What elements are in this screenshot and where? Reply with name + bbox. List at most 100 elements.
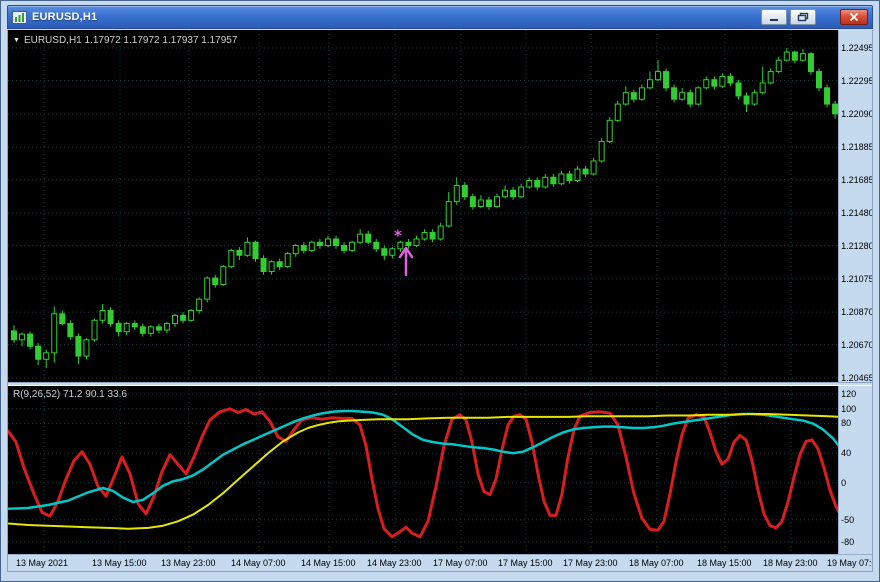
restore-icon (797, 12, 809, 22)
candle-body (703, 79, 710, 89)
candle-body (268, 261, 275, 273)
candle-body (751, 92, 758, 105)
candle-body (180, 314, 187, 321)
candle-body (341, 245, 348, 251)
candle-body (590, 160, 597, 175)
time-axis[interactable]: 13 May 2021 13 May 15:00 13 May 23:00 14 Ma… (8, 553, 872, 571)
indicator-axis-label: 40 (841, 448, 852, 459)
candle-body (638, 87, 645, 100)
chart-window: EURUSD,H1 * ▼ EURUSD,H1 1.17972 1.17972 … (0, 0, 880, 582)
time-label: 13 May 23:00 (161, 557, 216, 568)
candle-body (687, 92, 694, 105)
time-label: 18 May 07:00 (629, 557, 684, 568)
restore-button[interactable] (790, 9, 816, 25)
candle-body (236, 249, 243, 256)
candle-body (622, 92, 629, 105)
candlestick-chart[interactable]: * (8, 30, 839, 382)
candle-body (163, 323, 170, 331)
candle-body (671, 87, 678, 100)
candle-body (19, 333, 26, 341)
candle-body (188, 310, 195, 321)
time-label: 13 May 2021 (16, 557, 69, 568)
price-axis-label: 1.20670 (841, 339, 872, 350)
chart-window-icon (12, 10, 27, 24)
candle-body (695, 87, 702, 105)
candle-body (550, 176, 557, 185)
time-label: 17 May 07:00 (433, 557, 488, 568)
candle-body (783, 51, 790, 61)
candle-body (27, 333, 34, 347)
time-label: 18 May 23:00 (763, 557, 818, 568)
time-label: 18 May 15:00 (697, 557, 752, 568)
price-axis[interactable]: 1.22495 1.22295 1.22090 1.21885 1.21685 1.214… (838, 30, 872, 382)
candle-body (196, 298, 203, 312)
candle-body (799, 53, 806, 61)
candle-body (832, 103, 839, 115)
candle-body (373, 241, 380, 250)
candle-body (606, 119, 613, 142)
candle-body (542, 176, 549, 188)
candle-body (469, 196, 476, 207)
candle-body (413, 238, 420, 247)
indicator-axis-label: -80 (841, 536, 855, 547)
price-axis-label: 1.21280 (841, 240, 872, 251)
candle-body (43, 352, 50, 360)
candle-body (735, 82, 742, 97)
candle-body (35, 345, 42, 360)
minimize-button[interactable] (761, 9, 787, 25)
candle-body (759, 82, 766, 94)
candle-body (727, 75, 734, 84)
candle-body (477, 199, 484, 207)
candle-body (349, 241, 356, 251)
candle-body (598, 140, 605, 162)
indicator-panel: R(9,26,52) 71.2 90.1 33.6 120 100 80 40 0 -50… (8, 385, 872, 554)
candle-body (147, 326, 154, 334)
candle-body (276, 261, 283, 268)
candle-body (228, 249, 235, 268)
candle-body (252, 241, 259, 260)
candle-body (324, 238, 331, 247)
candle-body (212, 277, 219, 286)
candle-body (75, 336, 82, 357)
indicator-axis[interactable]: 120 100 80 40 0 -50 -80 (838, 385, 872, 554)
candle-body (646, 79, 653, 89)
collapse-arrow-icon[interactable]: ▼ (13, 37, 20, 44)
price-panel: * ▼ EURUSD,H1 1.17972 1.17972 1.17937 1.… (8, 30, 872, 382)
candle-body (83, 339, 90, 357)
candle-body (526, 179, 533, 188)
candle-body (574, 168, 581, 181)
indicator-line-medium (8, 409, 839, 510)
candle-body (51, 313, 58, 354)
candle-body (582, 168, 589, 175)
candle-body (494, 196, 500, 207)
candle-body (11, 330, 17, 341)
indicator-axis-label: 0 (841, 477, 847, 488)
candle-body (260, 258, 267, 273)
title-bar[interactable]: EURUSD,H1 (7, 5, 873, 29)
indicator-line-slow (8, 412, 839, 530)
candle-body (244, 241, 251, 256)
close-button[interactable] (840, 9, 868, 25)
candle-body (115, 323, 122, 333)
time-label: 17 May 15:00 (498, 557, 553, 568)
time-label: 13 May 15:00 (92, 557, 147, 568)
candle-body (679, 92, 686, 100)
candle-body (123, 323, 130, 333)
candle-body (405, 241, 412, 247)
indicator-line-fast (8, 407, 839, 539)
candle-body (558, 173, 565, 185)
oscillator-chart[interactable] (8, 385, 839, 554)
price-chart-canvas[interactable]: * ▼ EURUSD,H1 1.17972 1.17972 1.17937 1.… (8, 30, 839, 382)
candle-body (767, 71, 774, 84)
candle-body (99, 310, 106, 321)
candle-body (300, 245, 307, 251)
indicator-canvas[interactable]: R(9,26,52) 71.2 90.1 33.6 (8, 385, 839, 554)
candle-body (437, 225, 444, 240)
candle-body (743, 95, 750, 105)
candle-body (485, 199, 492, 207)
price-axis-label: 1.22090 (841, 108, 872, 119)
candle-body (791, 51, 798, 61)
time-label: 14 May 15:00 (301, 557, 356, 568)
candle-body (429, 232, 436, 240)
price-axis-label: 1.21685 (841, 174, 872, 185)
